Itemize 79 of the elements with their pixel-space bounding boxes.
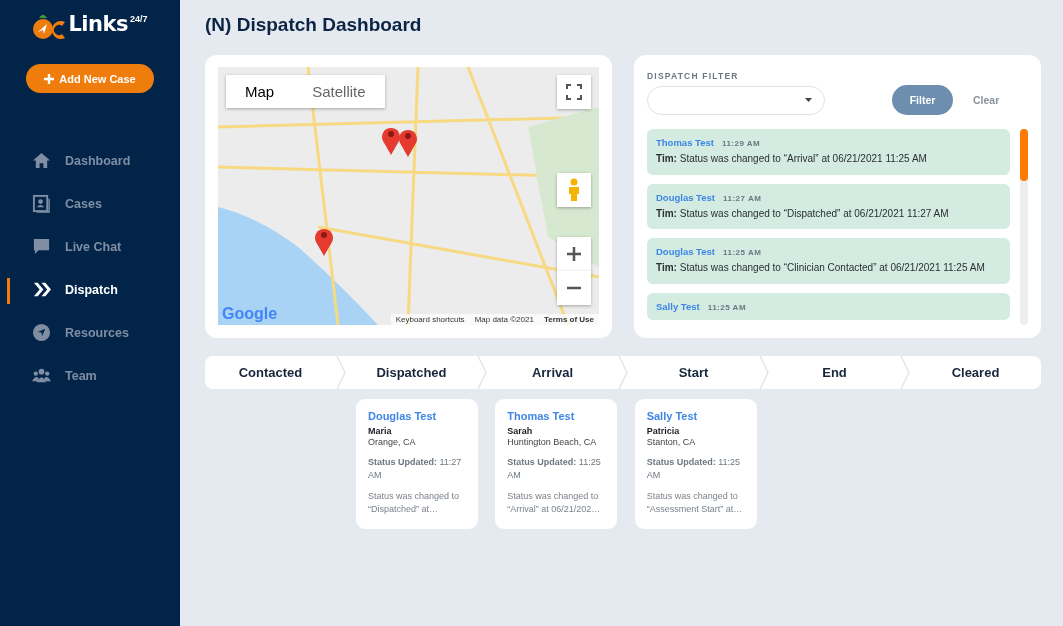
filter-button[interactable]: Filter [892,85,953,115]
contact-icon [32,194,51,213]
logo-superscript: 24/7 [130,14,148,24]
stage-label: Dispatched [375,364,448,382]
chevron-divider [618,356,628,389]
case-person: Maria [368,426,393,436]
nav-item[interactable]: Dispatch [0,268,180,311]
map-type-tab[interactable]: Map [226,75,294,108]
entry-time: 11:29 AM [721,139,761,148]
case-name[interactable]: Sally Test [646,410,745,422]
page-title: (N) Dispatch Dashboard [205,14,423,37]
entry-time: 11:27 AM [722,193,762,203]
chevron-divider [900,356,910,389]
logo-text: Links [68,12,128,36]
stage-label: Start [677,364,710,382]
case-status-updated: Status Updated: 11:25 AM [646,456,742,483]
entry-message: Tim: Status was changed to “Arrival” at 06/21/2021 11:25 AM [656,152,928,166]
entry-message: Tim: Status was changed to “Clinician Contacted” at 06/21/2021 11:25 AM [656,261,986,275]
map-pin-icon[interactable] [381,125,401,155]
compass-icon [32,323,51,342]
plus-icon [44,73,55,84]
stage-label: Cleared [950,364,1001,382]
entry-message: Tim: Status was changed to “Dispatched” at 06/21/2021 11:27 AM [656,206,950,221]
chat-icon [32,237,51,256]
stage-label: Contacted [237,364,304,382]
zoom-out-button[interactable] [557,271,591,305]
home-icon [32,151,51,170]
scrollbar-thumb[interactable] [1020,129,1028,181]
case-status-updated: Status Updated: 11:25 AM [507,456,602,483]
team-icon [32,366,51,385]
caret-icon [805,98,812,102]
nav-item[interactable]: Resources [0,311,180,354]
chevrons-icon [32,280,51,299]
case-card[interactable]: Sally Test Patricia Stanton, CA Status Updated: 11:25 AM Status was changed to “Assessment Start” at… [634,399,757,529]
add-new-case-button[interactable]: Add New Case [26,64,154,93]
chevron-divider [759,356,769,389]
map-footer-link[interactable]: Map data ©2021 [474,315,534,324]
chevron-divider [477,356,487,389]
chevron-divider [336,356,346,389]
case-location: Orange, CA [368,437,417,447]
case-note: Status was changed to “Dispatched” at… [368,490,461,517]
map-footer-link[interactable]: Keyboard shortcuts [395,315,465,324]
zoom-in-button[interactable] [557,237,591,271]
map-footer-link[interactable]: Terms of Use [543,315,594,324]
entry-time: 11:25 AM [707,302,747,312]
case-location: Huntington Beach, CA [507,437,598,447]
case-card[interactable]: Douglas Test Maria Orange, CA Status Updated: 11:27 AM Status was changed to “Dispatched” at… [356,399,478,529]
fullscreen-button[interactable] [557,75,591,109]
nav-item[interactable]: Live Chat [0,225,180,268]
case-person: Patricia [646,426,681,436]
person-icon [567,178,581,202]
case-person: Sarah [507,426,534,436]
case-note: Status was changed to “Arrival” at 06/21/202… [507,490,602,517]
entry-time: 11:25 AM [722,248,762,257]
case-status-updated: Status Updated: 11:27 AM [368,456,463,483]
logo-icon [32,12,67,42]
entry-name[interactable]: Thomas Test [656,137,714,148]
entry-name[interactable]: Sally Test [656,300,700,312]
filter-label: DISPATCH FILTER [647,71,740,81]
clear-button[interactable]: Clear [967,90,1006,110]
nav-item[interactable]: Team [0,354,180,397]
nav-item[interactable]: Cases [0,182,180,225]
map-attribution-logo: Google [222,305,278,323]
case-name[interactable]: Douglas Test [368,410,466,422]
case-location: Stanton, CA [646,437,697,447]
entry-name[interactable]: Douglas Test [656,246,715,257]
case-card[interactable]: Thomas Test Sarah Huntington Beach, CA Status Updated: 11:25 AM Status was changed to “Arrival” at 06/21/202… [495,399,618,529]
stage-label: End [821,364,848,382]
map-pin-icon[interactable] [398,127,418,157]
case-note: Status was changed to “Assessment Start” at… [646,490,744,517]
map-type-tab[interactable]: Satellite [293,75,385,108]
fullscreen-icon [566,84,582,100]
scrollbar[interactable] [1020,129,1028,325]
nav-item[interactable]: Dashboard [0,139,180,182]
entry-name[interactable]: Douglas Test [656,191,715,203]
case-name[interactable]: Thomas Test [507,410,606,422]
stage-label: Arrival [530,364,575,382]
map-pin-icon[interactable] [314,226,334,256]
plus-icon [566,246,582,262]
